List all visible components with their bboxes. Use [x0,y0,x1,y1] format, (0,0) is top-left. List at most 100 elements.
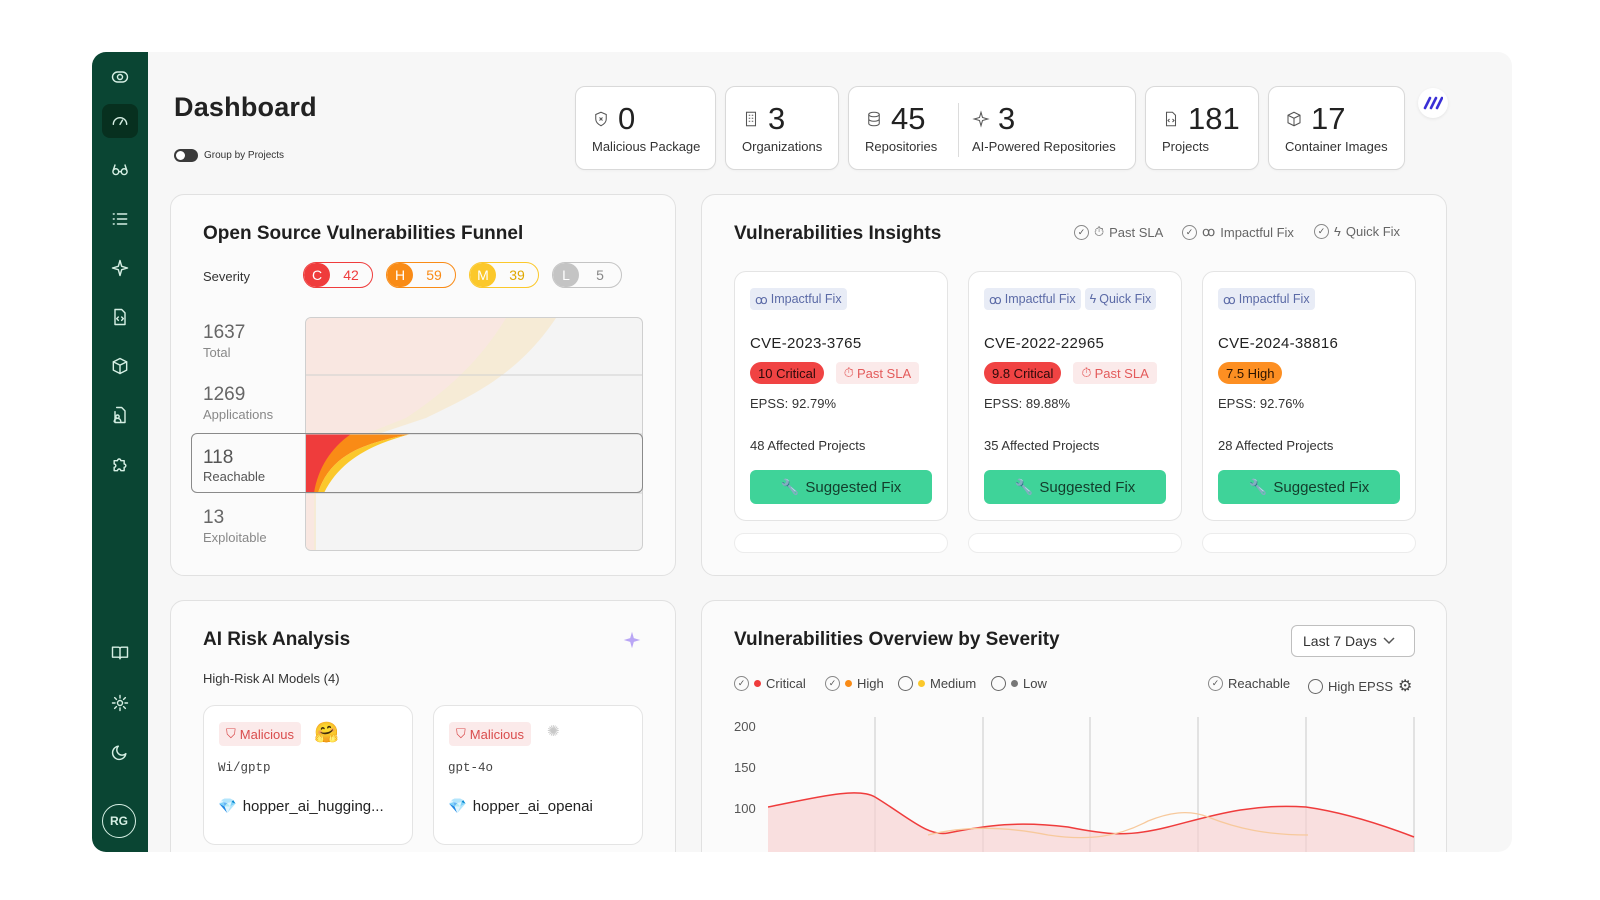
toggle-label: Group by Projects [204,150,285,161]
cve-id[interactable]: CVE-2023-3765 [750,335,861,352]
filter-past-sla[interactable]: ✓ ⏱ Past SLA [1074,224,1163,240]
file-user-icon[interactable] [102,398,138,432]
model-name[interactable]: 💎 hopper_ai_openai [448,797,593,816]
stat-organizations[interactable]: 3 Organizations [725,86,839,170]
severity-critical-pill[interactable]: C 42 [303,262,373,288]
package-icon[interactable] [102,349,138,383]
checkbox[interactable]: ✓ [1208,676,1223,691]
cve-card[interactable]: ꝏ Impactful Fix ϟ Quick Fix CVE-2022-22965… [968,271,1182,521]
severity-high-pill[interactable]: H 59 [386,262,456,288]
reachable-highlight[interactable] [191,433,643,493]
cve-card-peek [1202,533,1416,553]
suggested-fix-button[interactable]: 🔧 Suggested Fix [1218,470,1400,504]
model-name[interactable]: 💎 hopper_ai_hugging... [218,797,384,816]
lightning-icon: ϟ [1089,292,1097,306]
stat-repositories[interactable]: 45 Repositories 3 AI-Powered Repositorie… [848,86,1136,170]
checkbox[interactable] [991,676,1006,691]
date-range-dropdown[interactable]: Last 7 Days [1291,625,1415,657]
stat-projects[interactable]: 181 Projects [1145,86,1259,170]
avatar[interactable]: RG [102,804,136,838]
checkbox[interactable] [1308,678,1323,694]
severity-key: M [470,263,496,287]
impactful-fix-tag: ꝏ Impactful Fix [984,288,1081,310]
checkbox[interactable]: ✓ [1314,224,1329,239]
sparkle-icon[interactable] [102,251,138,285]
suggested-fix-button[interactable]: 🔧 Suggested Fix [984,470,1166,504]
stat-label: AI-Powered Repositories [972,139,1116,154]
epss-value: EPSS: 92.79% [750,396,836,411]
cve-id[interactable]: CVE-2024-38816 [1218,335,1338,352]
cve-card[interactable]: ꝏ Impactful Fix CVE-2024-38816 7.5 High E… [1202,271,1416,521]
legend-high[interactable]: ✓ High [825,676,884,691]
stat-ai-repositories[interactable]: 3 AI-Powered Repositories [956,87,1136,171]
impactful-fix-tag: ꝏ Impactful Fix [1218,288,1315,310]
dashboard-icon[interactable] [102,104,138,138]
severity-key: C [304,263,330,287]
code-file-icon[interactable] [102,300,138,334]
past-sla-badge: ⏱ Past SLA [1073,362,1157,384]
puzzle-icon[interactable] [102,447,138,481]
moon-icon[interactable] [102,735,138,769]
severity-label: Severity [203,269,250,284]
code-file-icon [1165,111,1177,127]
brand-logo-icon[interactable] [1418,88,1448,118]
severity-count: 5 [596,267,604,283]
glasses-icon: ꝏ [989,292,1002,307]
checkbox[interactable]: ✓ [1182,224,1197,240]
severity-count: 59 [426,267,442,283]
checkbox[interactable]: ✓ [734,676,749,691]
book-icon[interactable] [102,636,138,670]
filter-label: Impactful Fix [1220,224,1294,240]
database-icon [868,111,880,127]
logo-icon[interactable] [102,60,138,94]
filter-quick-fix[interactable]: ✓ ϟ Quick Fix [1314,224,1400,239]
checkbox[interactable]: ✓ [1074,224,1089,240]
cve-card[interactable]: ꝏ Impactful Fix CVE-2023-3765 10 Critical… [734,271,948,521]
funnel-stage-label: Exploitable [203,530,267,545]
group-by-projects-toggle[interactable]: Group by Projects [174,149,284,162]
package-icon [1287,111,1301,127]
stat-value: 0 [618,101,636,136]
checkbox[interactable] [898,676,913,691]
settings-icon[interactable]: ⚙ [1398,676,1412,696]
insights-card: Vulnerabilities Insights ✓ ⏱ Past SLA ✓ … [701,194,1447,576]
funnel-stage-value: 13 [203,507,225,528]
severity-medium-pill[interactable]: M 39 [469,262,539,288]
stat-value: 181 [1188,101,1240,136]
stat-container-images[interactable]: 17 Container Images [1268,86,1405,170]
cve-card-peek [734,533,948,553]
stat-malicious-package[interactable]: 0 Malicious Package [575,86,716,170]
stat-value: 17 [1311,101,1346,136]
cve-id[interactable]: CVE-2022-22965 [984,335,1104,352]
list-icon[interactable] [102,202,138,236]
option-high-epss[interactable]: High EPSS ⚙ [1308,676,1412,696]
affected-projects: 28 Affected Projects [1218,438,1334,453]
suggested-fix-button[interactable]: 🔧 Suggested Fix [750,470,932,504]
legend-low[interactable]: Low [991,676,1047,691]
sparkle-icon[interactable] [621,629,643,651]
ai-model-card[interactable]: ⛉ Malicious 🤗 [203,705,413,845]
severity-low-pill[interactable]: L 5 [552,262,622,288]
filter-label: Past SLA [1109,224,1164,240]
wrench-icon: 🔧 [1248,479,1268,496]
settings-icon[interactable] [102,686,138,720]
shield-icon [595,111,607,127]
stat-label: Projects [1162,139,1209,154]
legend-critical[interactable]: ✓ Critical [734,676,806,691]
hugging-face-icon: 🤗 [314,722,339,744]
filter-impactful-fix[interactable]: ✓ ꝏ Impactful Fix [1182,224,1294,240]
option-reachable[interactable]: ✓ Reachable [1208,676,1290,691]
sidebar: RG [92,52,148,852]
ai-model-card[interactable]: ⛉ Malicious ✺ [433,705,643,845]
toggle-switch[interactable] [174,149,198,162]
glasses-icon[interactable] [102,153,138,187]
checkbox[interactable]: ✓ [825,676,840,691]
y-tick-label: 100 [734,801,756,816]
legend-dot [845,680,852,687]
past-sla-badge: ⏱ Past SLA [835,362,920,384]
cve-card-peek [968,533,1182,553]
severity-key: L [553,263,579,287]
stat-value: 45 [891,101,926,136]
model-id: Wi/gptp [218,761,271,775]
legend-medium[interactable]: Medium [898,676,976,691]
